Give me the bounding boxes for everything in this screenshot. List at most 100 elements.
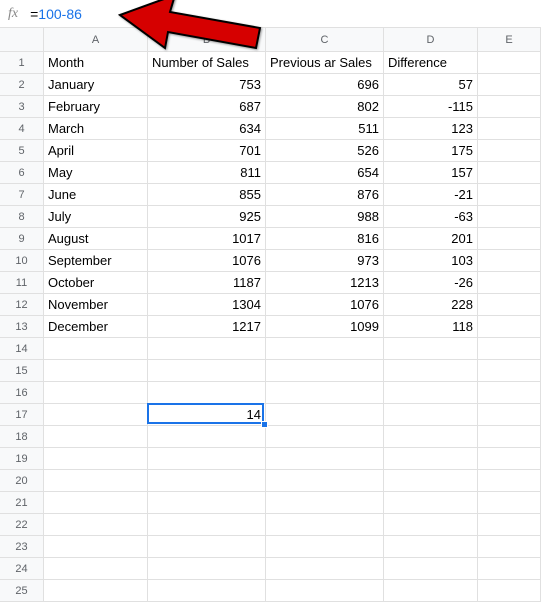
formula-input[interactable]: =100-86 [30, 6, 82, 22]
cell-d12[interactable]: 228 [384, 294, 478, 316]
cell-d21[interactable] [384, 492, 478, 514]
cell-e22[interactable] [478, 514, 541, 536]
cell-b8[interactable]: 925 [148, 206, 266, 228]
cell-a23[interactable] [44, 536, 148, 558]
cell-d7[interactable]: -21 [384, 184, 478, 206]
cell-a21[interactable] [44, 492, 148, 514]
row-header-14[interactable]: 14 [0, 338, 44, 360]
cell-b18[interactable] [148, 426, 266, 448]
cell-e12[interactable] [478, 294, 541, 316]
cell-a20[interactable] [44, 470, 148, 492]
cell-a17[interactable] [44, 404, 148, 426]
cell-a13[interactable]: December [44, 316, 148, 338]
cell-e18[interactable] [478, 426, 541, 448]
cell-e24[interactable] [478, 558, 541, 580]
cell-c24[interactable] [266, 558, 384, 580]
row-header-9[interactable]: 9 [0, 228, 44, 250]
row-header-16[interactable]: 16 [0, 382, 44, 404]
cell-c3[interactable]: 802 [266, 96, 384, 118]
cell-c18[interactable] [266, 426, 384, 448]
row-header-8[interactable]: 8 [0, 206, 44, 228]
cell-d4[interactable]: 123 [384, 118, 478, 140]
cell-c6[interactable]: 654 [266, 162, 384, 184]
cell-a12[interactable]: November [44, 294, 148, 316]
cell-d3[interactable]: -115 [384, 96, 478, 118]
cell-c10[interactable]: 973 [266, 250, 384, 272]
row-header-18[interactable]: 18 [0, 426, 44, 448]
cell-e20[interactable] [478, 470, 541, 492]
cell-c16[interactable] [266, 382, 384, 404]
cell-b9[interactable]: 1017 [148, 228, 266, 250]
cell-d11[interactable]: -26 [384, 272, 478, 294]
cell-e23[interactable] [478, 536, 541, 558]
row-header-15[interactable]: 15 [0, 360, 44, 382]
cell-b25[interactable] [148, 580, 266, 602]
cell-a1[interactable]: Month [44, 52, 148, 74]
cell-b16[interactable] [148, 382, 266, 404]
cell-d22[interactable] [384, 514, 478, 536]
row-header-13[interactable]: 13 [0, 316, 44, 338]
cell-c25[interactable] [266, 580, 384, 602]
cell-a9[interactable]: August [44, 228, 148, 250]
cell-d10[interactable]: 103 [384, 250, 478, 272]
cell-c15[interactable] [266, 360, 384, 382]
cell-c20[interactable] [266, 470, 384, 492]
cell-e25[interactable] [478, 580, 541, 602]
cell-b7[interactable]: 855 [148, 184, 266, 206]
cell-d24[interactable] [384, 558, 478, 580]
cell-c21[interactable] [266, 492, 384, 514]
cell-d20[interactable] [384, 470, 478, 492]
cell-d18[interactable] [384, 426, 478, 448]
cell-d6[interactable]: 157 [384, 162, 478, 184]
cell-c19[interactable] [266, 448, 384, 470]
row-header-25[interactable]: 25 [0, 580, 44, 602]
cell-b12[interactable]: 1304 [148, 294, 266, 316]
row-header-19[interactable]: 19 [0, 448, 44, 470]
cell-e17[interactable] [478, 404, 541, 426]
cell-d2[interactable]: 57 [384, 74, 478, 96]
cell-c9[interactable]: 816 [266, 228, 384, 250]
cell-c4[interactable]: 511 [266, 118, 384, 140]
active-cell-handle[interactable] [261, 421, 268, 428]
cell-e10[interactable] [478, 250, 541, 272]
cell-d14[interactable] [384, 338, 478, 360]
cell-e6[interactable] [478, 162, 541, 184]
row-header-22[interactable]: 22 [0, 514, 44, 536]
cell-d15[interactable] [384, 360, 478, 382]
row-header-5[interactable]: 5 [0, 140, 44, 162]
cell-b6[interactable]: 811 [148, 162, 266, 184]
cell-b11[interactable]: 1187 [148, 272, 266, 294]
row-header-11[interactable]: 11 [0, 272, 44, 294]
cell-b21[interactable] [148, 492, 266, 514]
cell-a14[interactable] [44, 338, 148, 360]
cell-b5[interactable]: 701 [148, 140, 266, 162]
cell-a18[interactable] [44, 426, 148, 448]
cell-e3[interactable] [478, 96, 541, 118]
row-header-1[interactable]: 1 [0, 52, 44, 74]
cell-a5[interactable]: April [44, 140, 148, 162]
cell-d16[interactable] [384, 382, 478, 404]
cell-d13[interactable]: 118 [384, 316, 478, 338]
cell-d5[interactable]: 175 [384, 140, 478, 162]
cell-e1[interactable] [478, 52, 541, 74]
cell-b10[interactable]: 1076 [148, 250, 266, 272]
cell-b17[interactable]: 14 [148, 404, 266, 426]
cell-c12[interactable]: 1076 [266, 294, 384, 316]
cell-d9[interactable]: 201 [384, 228, 478, 250]
cell-a22[interactable] [44, 514, 148, 536]
cell-a15[interactable] [44, 360, 148, 382]
cell-e21[interactable] [478, 492, 541, 514]
cell-b1[interactable]: Number of Sales [148, 52, 266, 74]
cell-e14[interactable] [478, 338, 541, 360]
cell-c23[interactable] [266, 536, 384, 558]
row-header-23[interactable]: 23 [0, 536, 44, 558]
cell-e8[interactable] [478, 206, 541, 228]
cell-d23[interactable] [384, 536, 478, 558]
column-header-e[interactable]: E [478, 28, 541, 52]
cell-a16[interactable] [44, 382, 148, 404]
cell-e5[interactable] [478, 140, 541, 162]
cell-b19[interactable] [148, 448, 266, 470]
cell-a7[interactable]: June [44, 184, 148, 206]
cell-e16[interactable] [478, 382, 541, 404]
cell-a11[interactable]: October [44, 272, 148, 294]
